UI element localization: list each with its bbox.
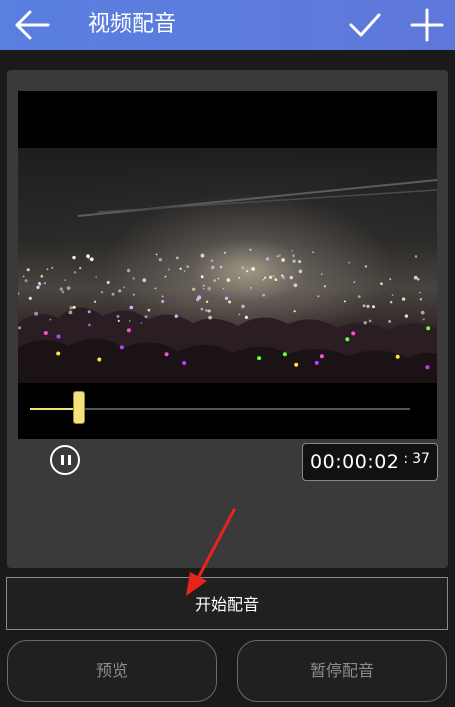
top-app-bar: 视频配音: [0, 0, 455, 50]
time-display: 00:00:02 : 37: [302, 443, 438, 481]
time-fraction: 37: [412, 451, 430, 467]
progress-slider-handle[interactable]: [73, 391, 86, 424]
video-preview[interactable]: [18, 91, 437, 439]
video-frame-concert: [18, 148, 437, 383]
progress-fill: [30, 408, 80, 410]
start-dubbing-button[interactable]: 开始配音: [6, 577, 448, 630]
pause-icon[interactable]: [50, 445, 80, 475]
arrow-left-icon[interactable]: [14, 9, 50, 41]
check-icon[interactable]: [348, 9, 382, 41]
pause-dubbing-button[interactable]: 暂停配音: [237, 640, 447, 702]
time-separator: :: [403, 451, 409, 467]
plus-icon[interactable]: [410, 8, 444, 42]
time-main: 00:00:02: [310, 451, 400, 473]
progress-track[interactable]: [30, 408, 410, 410]
preview-button[interactable]: 预览: [7, 640, 217, 702]
page-title: 视频配音: [88, 12, 177, 37]
player-panel: [7, 70, 448, 568]
